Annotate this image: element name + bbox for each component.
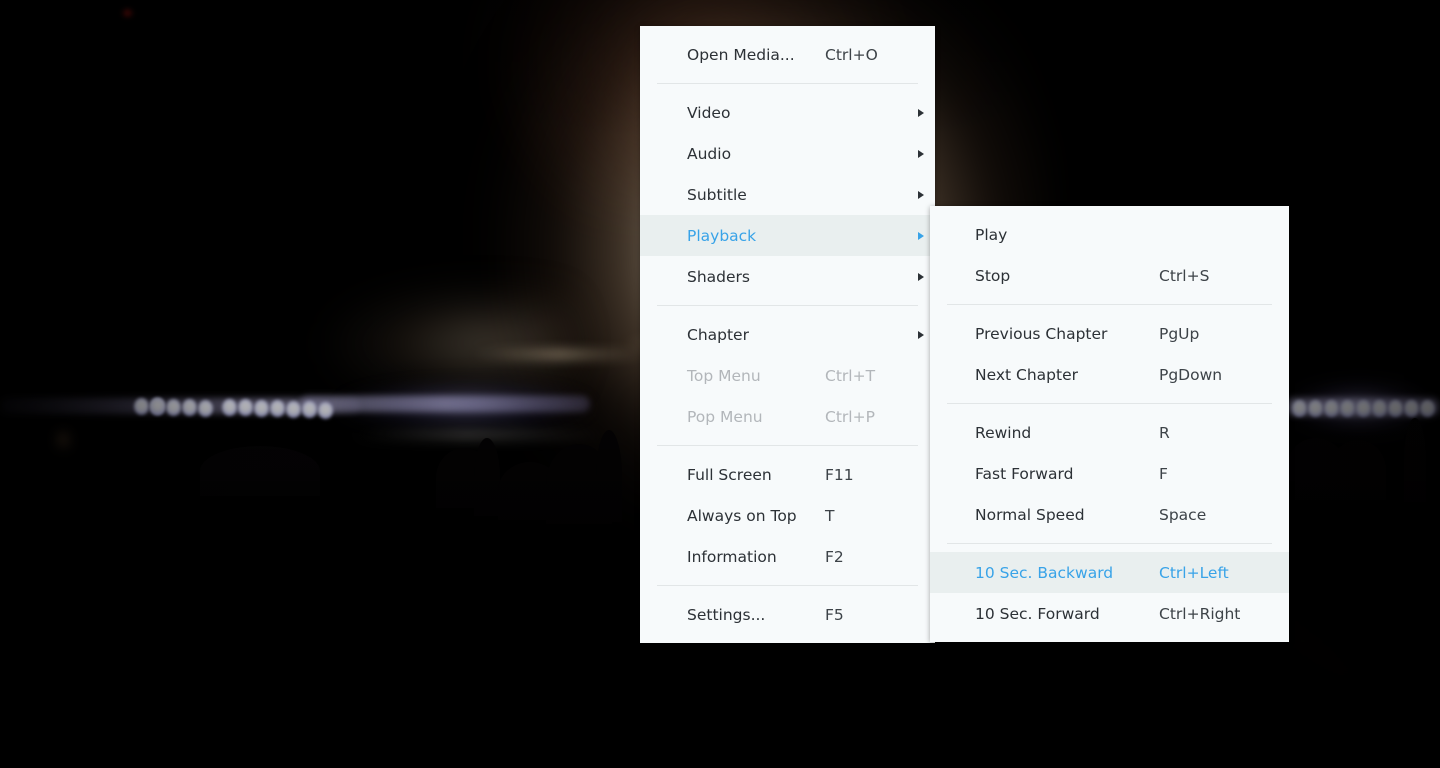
menu-item-open-media[interactable]: Open Media... Ctrl+O: [640, 34, 935, 75]
menu-item-label: 10 Sec. Forward: [975, 604, 1100, 623]
menu-item-playback[interactable]: Playback: [640, 215, 935, 256]
menu-item-always-on-top[interactable]: Always on Top T: [640, 495, 935, 536]
menu-item-shortcut: F: [1159, 464, 1168, 483]
menu-item-label: Top Menu: [687, 366, 761, 385]
menu-item-label: Settings...: [687, 605, 766, 624]
chevron-right-icon: [918, 330, 924, 339]
menu-item-audio[interactable]: Audio: [640, 133, 935, 174]
submenu-item-10-sec-backward[interactable]: 10 Sec. Backward Ctrl+Left: [930, 552, 1289, 593]
menu-item-label: Open Media...: [687, 45, 795, 64]
chevron-right-icon: [918, 231, 924, 240]
menu-item-shortcut: F11: [825, 465, 854, 484]
menu-separator: [657, 585, 918, 586]
submenu-item-play[interactable]: Play: [930, 214, 1289, 255]
menu-separator: [947, 304, 1272, 305]
submenu-item-previous-chapter[interactable]: Previous Chapter PgUp: [930, 313, 1289, 354]
player-context-menu[interactable]: Open Media... Ctrl+O Video Audio Subtitle Pla…: [640, 26, 935, 643]
menu-item-shortcut: Space: [1159, 505, 1207, 524]
menu-item-shaders[interactable]: Shaders: [640, 256, 935, 297]
menu-item-video[interactable]: Video: [640, 92, 935, 133]
menu-item-full-screen[interactable]: Full Screen F11: [640, 454, 935, 495]
menu-item-label: Fast Forward: [975, 464, 1074, 483]
player-window: Open Media... Ctrl+O Video Audio Subtitle Pla…: [0, 0, 1440, 768]
menu-item-label: Audio: [687, 144, 732, 163]
menu-item-information[interactable]: Information F2: [640, 536, 935, 577]
menu-item-subtitle[interactable]: Subtitle: [640, 174, 935, 215]
submenu-item-normal-speed[interactable]: Normal Speed Space: [930, 494, 1289, 535]
menu-item-label: Stop: [975, 266, 1011, 285]
chevron-right-icon: [918, 108, 924, 117]
menu-item-shortcut: Ctrl+Right: [1159, 604, 1241, 623]
menu-item-shortcut: Ctrl+O: [825, 45, 878, 64]
menu-item-label: Previous Chapter: [975, 324, 1108, 343]
menu-item-label: Video: [687, 103, 731, 122]
menu-item-shortcut: Ctrl+P: [825, 407, 875, 426]
menu-item-chapter[interactable]: Chapter: [640, 314, 935, 355]
menu-item-label: Full Screen: [687, 465, 772, 484]
menu-item-shortcut: Ctrl+S: [1159, 266, 1210, 285]
menu-separator: [657, 83, 918, 84]
menu-item-label: Normal Speed: [975, 505, 1085, 524]
menu-separator: [657, 305, 918, 306]
menu-item-shortcut: Ctrl+T: [825, 366, 876, 385]
submenu-item-stop[interactable]: Stop Ctrl+S: [930, 255, 1289, 296]
menu-item-top-menu: Top Menu Ctrl+T: [640, 355, 935, 396]
menu-item-pop-menu: Pop Menu Ctrl+P: [640, 396, 935, 437]
submenu-item-next-chapter[interactable]: Next Chapter PgDown: [930, 354, 1289, 395]
menu-separator: [947, 543, 1272, 544]
menu-item-label: Subtitle: [687, 185, 747, 204]
submenu-item-fast-forward[interactable]: Fast Forward F: [930, 453, 1289, 494]
menu-item-label: Playback: [687, 226, 757, 245]
menu-item-shortcut: Ctrl+Left: [1159, 563, 1229, 582]
menu-item-shortcut: F2: [825, 547, 844, 566]
menu-item-shortcut: R: [1159, 423, 1170, 442]
menu-item-label: Chapter: [687, 325, 749, 344]
menu-item-settings[interactable]: Settings... F5: [640, 594, 935, 635]
menu-item-label: Rewind: [975, 423, 1032, 442]
menu-item-label: 10 Sec. Backward: [975, 563, 1114, 582]
submenu-item-10-sec-forward[interactable]: 10 Sec. Forward Ctrl+Right: [930, 593, 1289, 634]
menu-item-shortcut: PgDown: [1159, 365, 1223, 384]
menu-item-shortcut: PgUp: [1159, 324, 1200, 343]
chevron-right-icon: [918, 149, 924, 158]
menu-item-label: Pop Menu: [687, 407, 763, 426]
submenu-item-rewind[interactable]: Rewind R: [930, 412, 1289, 453]
chevron-right-icon: [918, 272, 924, 281]
menu-separator: [657, 445, 918, 446]
menu-separator: [947, 403, 1272, 404]
menu-item-shortcut: F5: [825, 605, 844, 624]
menu-item-label: Information: [687, 547, 777, 566]
playback-submenu[interactable]: Play Stop Ctrl+S Previous Chapter PgUp Next C…: [930, 206, 1289, 642]
menu-item-label: Shaders: [687, 267, 750, 286]
menu-item-shortcut: T: [825, 506, 835, 525]
menu-item-label: Play: [975, 225, 1008, 244]
chevron-right-icon: [918, 190, 924, 199]
menu-item-label: Next Chapter: [975, 365, 1079, 384]
menu-item-label: Always on Top: [687, 506, 797, 525]
